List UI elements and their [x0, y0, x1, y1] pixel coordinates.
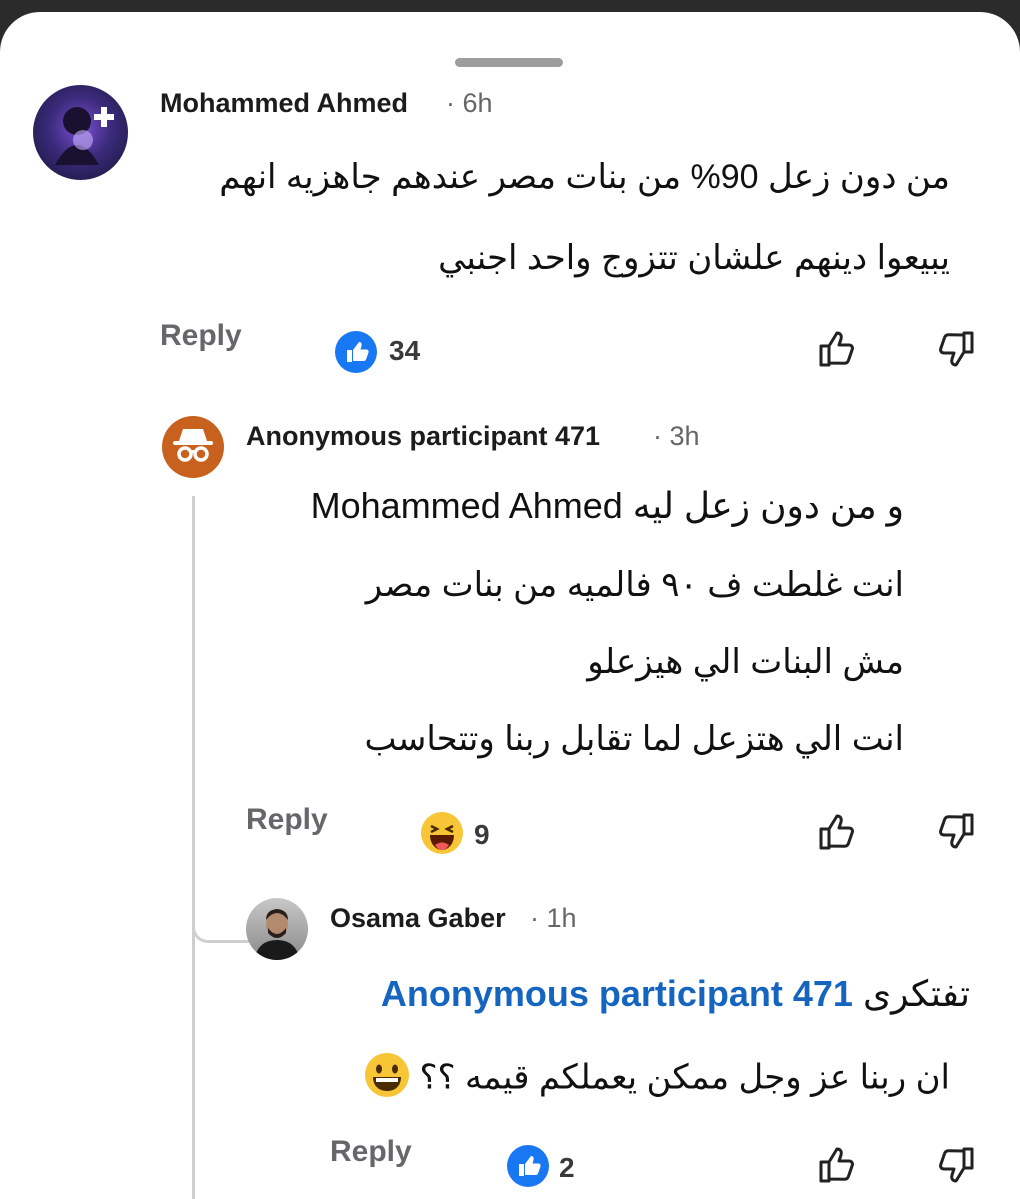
- incognito-icon: [173, 429, 213, 462]
- thumbs-down-icon[interactable]: [934, 810, 978, 854]
- haha-reaction-icon: [421, 812, 463, 854]
- reaction-count[interactable]: 2: [559, 1152, 575, 1184]
- comment-author[interactable]: Mohammed Ahmed: [160, 88, 408, 119]
- like-reaction-icon: [507, 1145, 549, 1187]
- thumbs-up-icon[interactable]: [815, 326, 859, 370]
- comment-text-line: يبيعوا دينهم علشان تتزوج واحد اجنبي: [438, 239, 950, 277]
- reaction-count[interactable]: 9: [474, 819, 490, 851]
- thumbs-down-icon[interactable]: [934, 1144, 978, 1188]
- person-photo-icon: [254, 909, 300, 960]
- thread-connector: [192, 920, 249, 943]
- comment-text-line: و من دون زعل ليه Mohammed Ahmed: [310, 485, 904, 526]
- reaction-count[interactable]: 34: [389, 335, 420, 367]
- comment-time: · 6h: [446, 88, 493, 118]
- comment-author[interactable]: Osama Gaber: [330, 903, 506, 934]
- comment-text-line: ان ربنا عز وجل ممكن يعملكم قيمه ؟؟: [364, 1052, 950, 1107]
- comment-text-line: مش البنات الي هيزعلو: [587, 643, 904, 681]
- avatar[interactable]: [246, 898, 308, 960]
- comment-text-line: من دون زعل 90% من بنات مصر عندهم جاهزيه …: [219, 158, 950, 196]
- comment-text-line: انت الي هتزعل لما تقابل ربنا وتتحاسب: [364, 720, 904, 758]
- thread-line: [192, 496, 195, 1199]
- avatar[interactable]: [162, 416, 224, 478]
- mention-link[interactable]: Anonymous participant 471: [381, 973, 853, 1014]
- comment-text-line: انت غلطت ف ٩٠ فالميه من بنات مصر: [365, 566, 904, 604]
- comment-time: · 3h: [653, 421, 700, 451]
- thumbs-up-icon[interactable]: [815, 809, 859, 853]
- reply-button[interactable]: Reply: [330, 1135, 412, 1169]
- grinning-emoji-icon: [364, 1052, 410, 1107]
- comment-author[interactable]: Anonymous participant 471: [246, 421, 600, 452]
- reply-button[interactable]: Reply: [246, 803, 328, 837]
- comment-time: · 1h: [530, 903, 577, 933]
- like-reaction-icon: [335, 331, 377, 373]
- thumbs-up-icon[interactable]: [815, 1142, 859, 1186]
- comment-text: ان ربنا عز وجل ممكن يعملكم قيمه ؟؟: [419, 1058, 950, 1097]
- reply-button[interactable]: Reply: [160, 319, 242, 353]
- thumbs-down-icon[interactable]: [934, 328, 978, 372]
- avatar-art-icon: [55, 107, 114, 165]
- comment-text-prefix: تفتكرى: [862, 973, 970, 1014]
- comments-sheet: Mohammed Ahmed · 6h من دون زعل 90% من بن…: [0, 12, 1020, 1199]
- avatar[interactable]: [33, 85, 128, 180]
- sheet-drag-handle[interactable]: [455, 58, 563, 67]
- comment-text-line: تفتكرى Anonymous participant 471: [381, 973, 970, 1015]
